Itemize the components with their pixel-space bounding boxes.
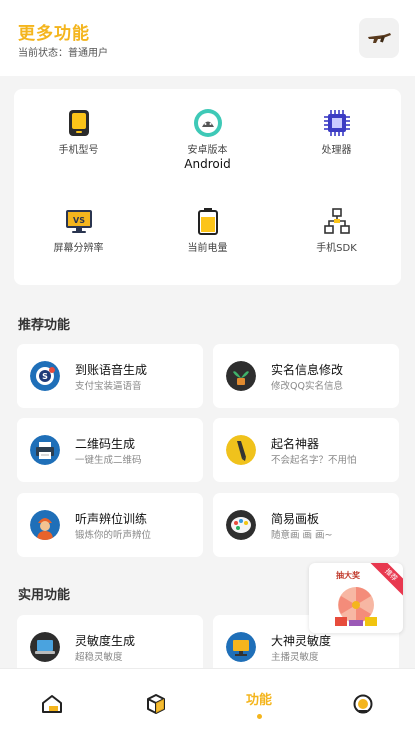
- feature-sound-training[interactable]: 听声辨位训练 锻炼你的听声辨位: [17, 493, 203, 557]
- feature-drawing-board[interactable]: 简易画板 随意画 画 画~: [213, 493, 399, 557]
- svg-text:S: S: [42, 372, 48, 381]
- cube-icon: [147, 694, 165, 714]
- monitor-icon: VS: [64, 206, 94, 236]
- lucky-draw-banner[interactable]: 抽大奖 推荐: [309, 563, 403, 633]
- info-android-version[interactable]: 安卓版本 Android: [143, 108, 272, 171]
- feature-desc: 随意画 画 画~: [271, 530, 333, 541]
- feature-desc: 主播灵敏度: [271, 652, 319, 663]
- tab-profile[interactable]: [311, 669, 415, 738]
- worker-icon: [30, 510, 60, 540]
- feature-desc: 锻炼你的听声辨位: [75, 530, 152, 541]
- laptop-icon: [30, 632, 60, 662]
- page-title: 更多功能: [18, 24, 90, 44]
- feature-name: 实名信息修改: [271, 363, 344, 377]
- feature-name: 灵敏度生成: [75, 634, 136, 648]
- feature-name: 二维码生成: [75, 437, 136, 451]
- feature-desc: 修改QQ实名信息: [271, 381, 343, 392]
- info-label: 手机SDK: [316, 243, 357, 254]
- svg-text:VS: VS: [73, 216, 85, 225]
- feature-desc: 不会起名字？不用怕: [271, 455, 357, 466]
- info-label: 处理器: [321, 145, 352, 156]
- feature-name: 起名神器: [271, 437, 320, 451]
- android-icon: [193, 108, 223, 138]
- promo-title: 抽大奖: [336, 571, 360, 580]
- info-screen-resolution[interactable]: VS 屏幕分辨率: [14, 206, 143, 255]
- feature-name: 大神灵敏度: [271, 634, 332, 648]
- feature-payment-voice[interactable]: S 到账语音生成 支付宝装逼语音: [17, 344, 203, 408]
- battery-icon: [193, 206, 223, 236]
- feature-name-generator[interactable]: 起名神器 不会起名字？不用怕: [213, 418, 399, 482]
- gun-button[interactable]: [359, 18, 399, 58]
- info-label: 当前电量: [187, 243, 228, 254]
- info-phone-sdk[interactable]: 手机SDK: [272, 206, 401, 255]
- status-value: 普通用户: [68, 48, 108, 59]
- cpu-icon: [322, 108, 352, 138]
- feature-desc: 超稳灵敏度: [75, 652, 123, 663]
- tab-functions[interactable]: 功能: [207, 669, 311, 738]
- payment-voice-icon: S: [30, 361, 60, 391]
- device-info-card: 手机型号 安卓版本 Android 处理器 VS 屏幕分辨率 当前电量 手机SD…: [14, 89, 401, 285]
- printer-icon: [30, 435, 60, 465]
- feature-qrcode[interactable]: 二维码生成 一键生成二维码: [17, 418, 203, 482]
- feature-realname-modify[interactable]: 实名信息修改 修改QQ实名信息: [213, 344, 399, 408]
- user-status: 当前状态：普通用户: [18, 44, 108, 59]
- phone-icon: [64, 108, 94, 138]
- feature-desc: 支付宝装逼语音: [75, 381, 142, 392]
- header: 更多功能 当前状态：普通用户: [0, 0, 415, 76]
- feature-name: 简易画板: [271, 512, 320, 526]
- profile-icon: [353, 694, 373, 714]
- info-battery[interactable]: 当前电量: [143, 206, 272, 255]
- tab-discover[interactable]: [104, 669, 208, 738]
- pen-icon: [226, 435, 256, 465]
- bottom-tab-bar: 功能: [0, 668, 415, 738]
- feature-desc: 一键生成二维码: [75, 455, 142, 466]
- tab-functions-label: 功能: [245, 693, 272, 708]
- palette-icon: [226, 510, 256, 540]
- section-title-practical: 实用功能: [18, 588, 71, 603]
- feature-name: 到账语音生成: [75, 363, 148, 377]
- info-label: 屏幕分辨率: [53, 243, 104, 254]
- network-icon: [322, 206, 352, 236]
- feature-name: 听声辨位训练: [75, 512, 148, 526]
- info-phone-model[interactable]: 手机型号: [14, 108, 143, 157]
- gun-icon: [368, 33, 391, 43]
- info-label: 安卓版本: [187, 145, 228, 156]
- info-value: Android: [184, 157, 231, 171]
- tab-home[interactable]: [0, 669, 104, 738]
- info-label: 手机型号: [58, 145, 99, 156]
- home-icon: [42, 695, 62, 713]
- prize-wheel-icon: [335, 587, 377, 626]
- active-indicator: [256, 714, 262, 719]
- plant-icon: [226, 361, 256, 391]
- section-title-recommended: 推荐功能: [18, 318, 71, 333]
- info-processor[interactable]: 处理器: [272, 108, 401, 157]
- computer-icon: [226, 632, 256, 662]
- status-label: 当前状态：: [18, 48, 68, 59]
